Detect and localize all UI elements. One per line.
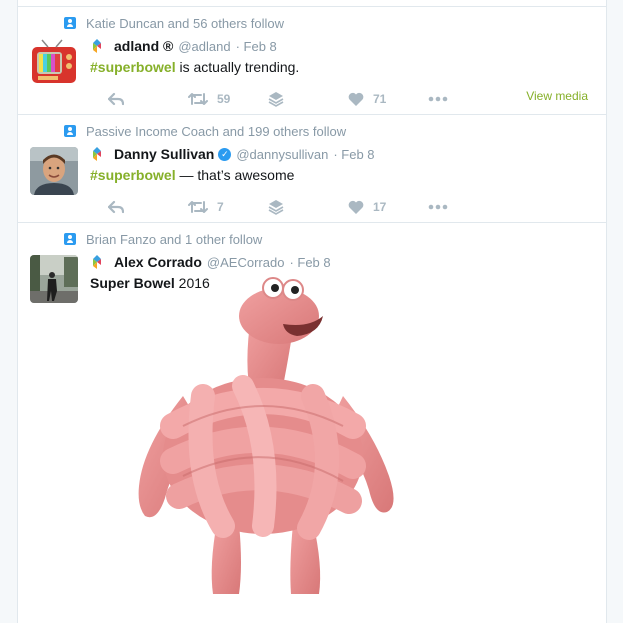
tweet-actions: 7 17 xyxy=(90,195,598,219)
social-context-text: Katie Duncan and 56 others follow xyxy=(86,15,285,31)
timeline: Katie Duncan and 56 others follow adland… xyxy=(17,0,607,623)
save-button[interactable] xyxy=(268,195,284,219)
tweet-header: adland ® @adland · Feb 8 xyxy=(90,37,277,55)
tweet-text: #superbowel — that’s awesome xyxy=(90,167,294,183)
app-logo-icon xyxy=(93,39,101,53)
avatar[interactable] xyxy=(30,255,78,303)
retweet-count: 59 xyxy=(217,92,231,106)
tweet-media-image[interactable] xyxy=(113,276,413,596)
person-icon xyxy=(64,17,76,29)
author-handle[interactable]: @dannysullivan xyxy=(236,147,328,162)
like-button[interactable]: 71 xyxy=(348,87,386,111)
more-dots-icon xyxy=(428,96,448,102)
more-dots-icon xyxy=(428,204,448,210)
social-context[interactable]: Brian Fanzo and 1 other follow xyxy=(64,231,262,247)
heart-icon xyxy=(348,92,364,106)
author-handle[interactable]: @adland xyxy=(178,39,230,54)
tweet[interactable]: Passive Income Coach and 199 others foll… xyxy=(18,114,606,223)
like-count: 71 xyxy=(373,92,387,106)
photo-avatar-icon xyxy=(30,255,78,303)
person-icon xyxy=(64,125,76,137)
retweet-count: 7 xyxy=(217,200,224,214)
author-name[interactable]: adland ® xyxy=(114,38,173,54)
like-count: 17 xyxy=(373,200,387,214)
view-media-link[interactable]: View media xyxy=(526,89,588,103)
more-button[interactable] xyxy=(428,87,448,111)
social-context-text: Passive Income Coach and 199 others foll… xyxy=(86,123,347,139)
author-handle[interactable]: @AECorrado xyxy=(207,255,285,270)
reply-icon xyxy=(108,92,124,106)
reply-button[interactable] xyxy=(108,87,124,111)
social-context-text: Brian Fanzo and 1 other follow xyxy=(86,231,263,247)
hashtag-link[interactable]: #superbowel xyxy=(90,167,176,183)
tweet-text: #superbowel is actually trending. xyxy=(90,59,299,75)
verified-badge-icon: ✓ xyxy=(218,147,232,161)
more-button[interactable] xyxy=(428,195,448,219)
tweet-date[interactable]: · Feb 8 xyxy=(236,39,277,54)
retweet-button[interactable]: 59 xyxy=(188,87,230,111)
avatar[interactable] xyxy=(30,39,78,87)
person-icon xyxy=(64,233,76,245)
layers-icon xyxy=(268,200,284,215)
tweet[interactable]: Katie Duncan and 56 others follow adland… xyxy=(18,6,606,115)
tv-avatar-icon xyxy=(32,39,76,83)
retweet-icon xyxy=(188,201,208,213)
app-logo-icon xyxy=(93,255,101,269)
app-logo-icon xyxy=(93,147,101,161)
author-name[interactable]: Alex Corrado xyxy=(114,254,202,270)
layers-icon xyxy=(268,92,284,107)
save-button[interactable] xyxy=(268,87,284,111)
retweet-icon xyxy=(188,93,208,105)
like-button[interactable]: 17 xyxy=(348,195,386,219)
tweet-date[interactable]: · Feb 8 xyxy=(333,147,374,162)
social-context[interactable]: Katie Duncan and 56 others follow xyxy=(64,15,284,31)
avatar[interactable] xyxy=(30,147,78,195)
retweet-button[interactable]: 7 xyxy=(188,195,224,219)
reply-button[interactable] xyxy=(108,195,124,219)
tweet-text-rest: — that’s awesome xyxy=(175,167,295,183)
pink-knotted-character-image xyxy=(138,277,394,594)
tweet-date[interactable]: · Feb 8 xyxy=(289,255,330,270)
heart-icon xyxy=(348,200,364,214)
tweet[interactable]: Brian Fanzo and 1 other follow Alex Corr… xyxy=(18,222,606,623)
hashtag-link[interactable]: #superbowel xyxy=(90,59,176,75)
reply-icon xyxy=(108,200,124,214)
tweet-header: Danny Sullivan ✓ @dannysullivan · Feb 8 xyxy=(90,145,375,163)
tweet-header: Alex Corrado @AECorrado · Feb 8 xyxy=(90,253,331,271)
tweet-actions: 59 71 View media xyxy=(90,87,598,111)
tweet-text-rest: is actually trending. xyxy=(175,59,300,75)
author-name[interactable]: Danny Sullivan xyxy=(114,146,214,162)
social-context[interactable]: Passive Income Coach and 199 others foll… xyxy=(64,123,346,139)
person-avatar-icon xyxy=(30,147,78,195)
